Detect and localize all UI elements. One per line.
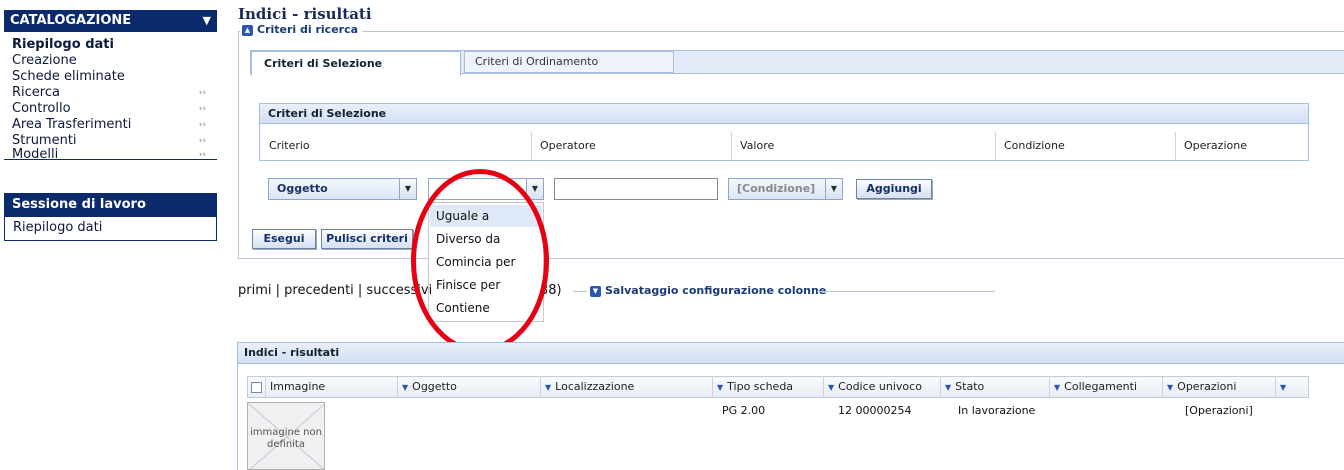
cell-tipo-scheda: PG 2.00 [722,404,766,417]
thumbnail-placeholder[interactable]: immagine non definita [247,402,325,470]
column-header-label: Immagine [270,380,326,393]
sidebar-item-riepilogo-dati[interactable]: Riepilogo dati [12,37,212,53]
column-chooser[interactable]: ▼ [1275,376,1309,398]
column-header-tipo-scheda[interactable]: ▼ Tipo scheda [712,376,823,398]
column-header-operazione: Operazione [1175,132,1307,160]
dropdown-option-diverso-da[interactable]: Diverso da [430,228,542,250]
sidebar-item-label: Modelli [12,147,59,162]
sidebar-item-label: Area Trasferimenti [12,117,132,132]
submenu-arrow-icon: ›› [198,104,206,114]
column-header-label: Stato [955,380,985,393]
column-header-valore: Valore [731,132,997,160]
column-header-codice-univoco[interactable]: ▼ Codice univoco [823,376,940,398]
results-panel-title: Indici - risultati [237,342,1344,364]
sidebar-item-area-trasferimenti[interactable]: Area Trasferimenti ›› [12,117,212,133]
pagination-count: 38) [540,283,562,298]
sidebar-item-label: Schede eliminate [12,69,125,84]
sidebar-header[interactable]: CATALOGAZIONE ▼ [4,10,217,32]
chevron-down-icon[interactable]: ▼ [825,179,842,199]
sidebar-item-creazione[interactable]: Creazione [12,53,212,69]
column-header-label: Localizzazione [555,380,635,393]
sidebar-item-schede-eliminate[interactable]: Schede eliminate [12,69,212,85]
sort-down-icon[interactable]: ▼ [1054,377,1060,399]
sidebar-header-label: CATALOGAZIONE [10,13,132,28]
sort-down-icon[interactable]: ▼ [1167,377,1173,399]
session-header: Sessione di lavoro [4,193,217,217]
legend-line [817,291,995,292]
collapse-triangle-icon[interactable]: ▼ [203,10,211,32]
column-header-localizzazione[interactable]: ▼ Localizzazione [540,376,712,398]
save-columns-label: Salvataggio configurazione colonne [605,284,827,297]
column-header-oggetto[interactable]: ▼ Oggetto [397,376,540,398]
save-columns-legend[interactable]: ▼ Salvataggio configurazione colonne [590,284,826,297]
column-header-stato[interactable]: ▼ Stato [940,376,1049,398]
column-header-label: Operazioni [1177,380,1237,393]
sort-down-icon[interactable]: ▼ [717,377,723,399]
column-header-criterio: Criterio [269,139,310,152]
pagination-links[interactable]: primi | precedenti | successivi [238,283,432,298]
submenu-arrow-icon: ›› [198,120,206,130]
collapse-up-icon[interactable]: ▲ [242,24,253,36]
search-legend[interactable]: ▲ Criteri di ricerca [240,23,363,36]
dropdown-option-contiene[interactable]: Contiene [430,297,542,319]
sidebar-item-label: Ricerca [12,85,60,100]
chevron-down-icon[interactable]: ▼ [526,179,543,199]
sidebar-item-modelli[interactable]: Modelli ›› [12,147,212,163]
column-header-condizione: Condizione [995,132,1177,160]
session-item-riepilogo-dati[interactable]: Riepilogo dati [4,217,217,241]
operations-link[interactable]: [Operazioni] [1185,404,1253,417]
tab-criteri-selezione[interactable]: Criteri di Selezione [251,51,461,76]
add-criterion-button[interactable]: Aggiungi [856,179,932,199]
sidebar-item-controllo[interactable]: Controllo ›› [12,101,212,117]
sort-down-icon[interactable]: ▼ [945,377,951,399]
dropdown-option-comincia-per[interactable]: Comincia per [430,251,542,273]
valore-input[interactable] [554,178,718,200]
operatore-select[interactable]: ▼ [428,178,544,200]
sort-down-icon[interactable]: ▼ [828,377,834,399]
sidebar-item-label: Creazione [12,53,77,68]
clear-criteria-button[interactable]: Pulisci criteri [321,229,413,249]
legend-line [573,291,587,292]
sort-down-icon[interactable]: ▼ [1280,377,1286,399]
column-header-label: Collegamenti [1064,380,1137,393]
dropdown-option-finisce-per[interactable]: Finisce per [430,274,542,296]
column-header-label: Codice univoco [838,380,922,393]
chevron-down-icon[interactable]: ▼ [399,179,416,199]
condizione-select[interactable]: [Condizione] ▼ [728,178,843,200]
criterio-select[interactable]: Oggetto ▼ [268,178,417,200]
criteria-panel-title: Criteri di Selezione [260,104,1308,124]
column-header-label: Tipo scheda [727,380,794,393]
sidebar-item-label: Strumenti [12,133,77,148]
condizione-select-value: [Condizione] [737,182,816,195]
criterio-select-value: Oggetto [277,182,328,195]
operatore-dropdown-list: Uguale a Diverso da Comincia per Finisce… [428,202,544,322]
sort-down-icon[interactable]: ▼ [545,377,551,399]
column-header-label: Oggetto [412,380,457,393]
select-all-checkbox[interactable] [251,382,262,393]
sidebar-item-ricerca[interactable]: Ricerca ›› [12,85,212,101]
thumbnail-text: immagine non definita [250,427,322,450]
sort-down-icon[interactable]: ▼ [402,377,408,399]
column-header-operatore: Operatore [531,132,730,160]
submenu-arrow-icon: ›› [198,150,206,160]
dropdown-option-uguale-a[interactable]: Uguale a [430,205,542,227]
sidebar-item-label: Riepilogo dati [12,37,114,52]
column-header-operazioni[interactable]: ▼ Operazioni [1162,376,1275,398]
tab-criteri-ordinamento[interactable]: Criteri di Ordinamento [464,51,674,73]
column-header-immagine[interactable]: Immagine [265,376,397,398]
submenu-arrow-icon: ›› [198,88,206,98]
sidebar-item-label: Controllo [12,101,71,116]
search-legend-label: Criteri di ricerca [257,23,359,36]
run-button[interactable]: Esegui [252,229,316,249]
cell-stato: In lavorazione [958,404,1036,417]
page-title: Indici - risultati [238,5,372,23]
cell-codice-univoco: 12 00000254 [838,404,912,417]
sidebar-menu: Riepilogo dati Creazione Schede eliminat… [4,33,217,163]
expand-down-icon[interactable]: ▼ [590,285,601,297]
column-header-collegamenti[interactable]: ▼ Collegamenti [1049,376,1162,398]
